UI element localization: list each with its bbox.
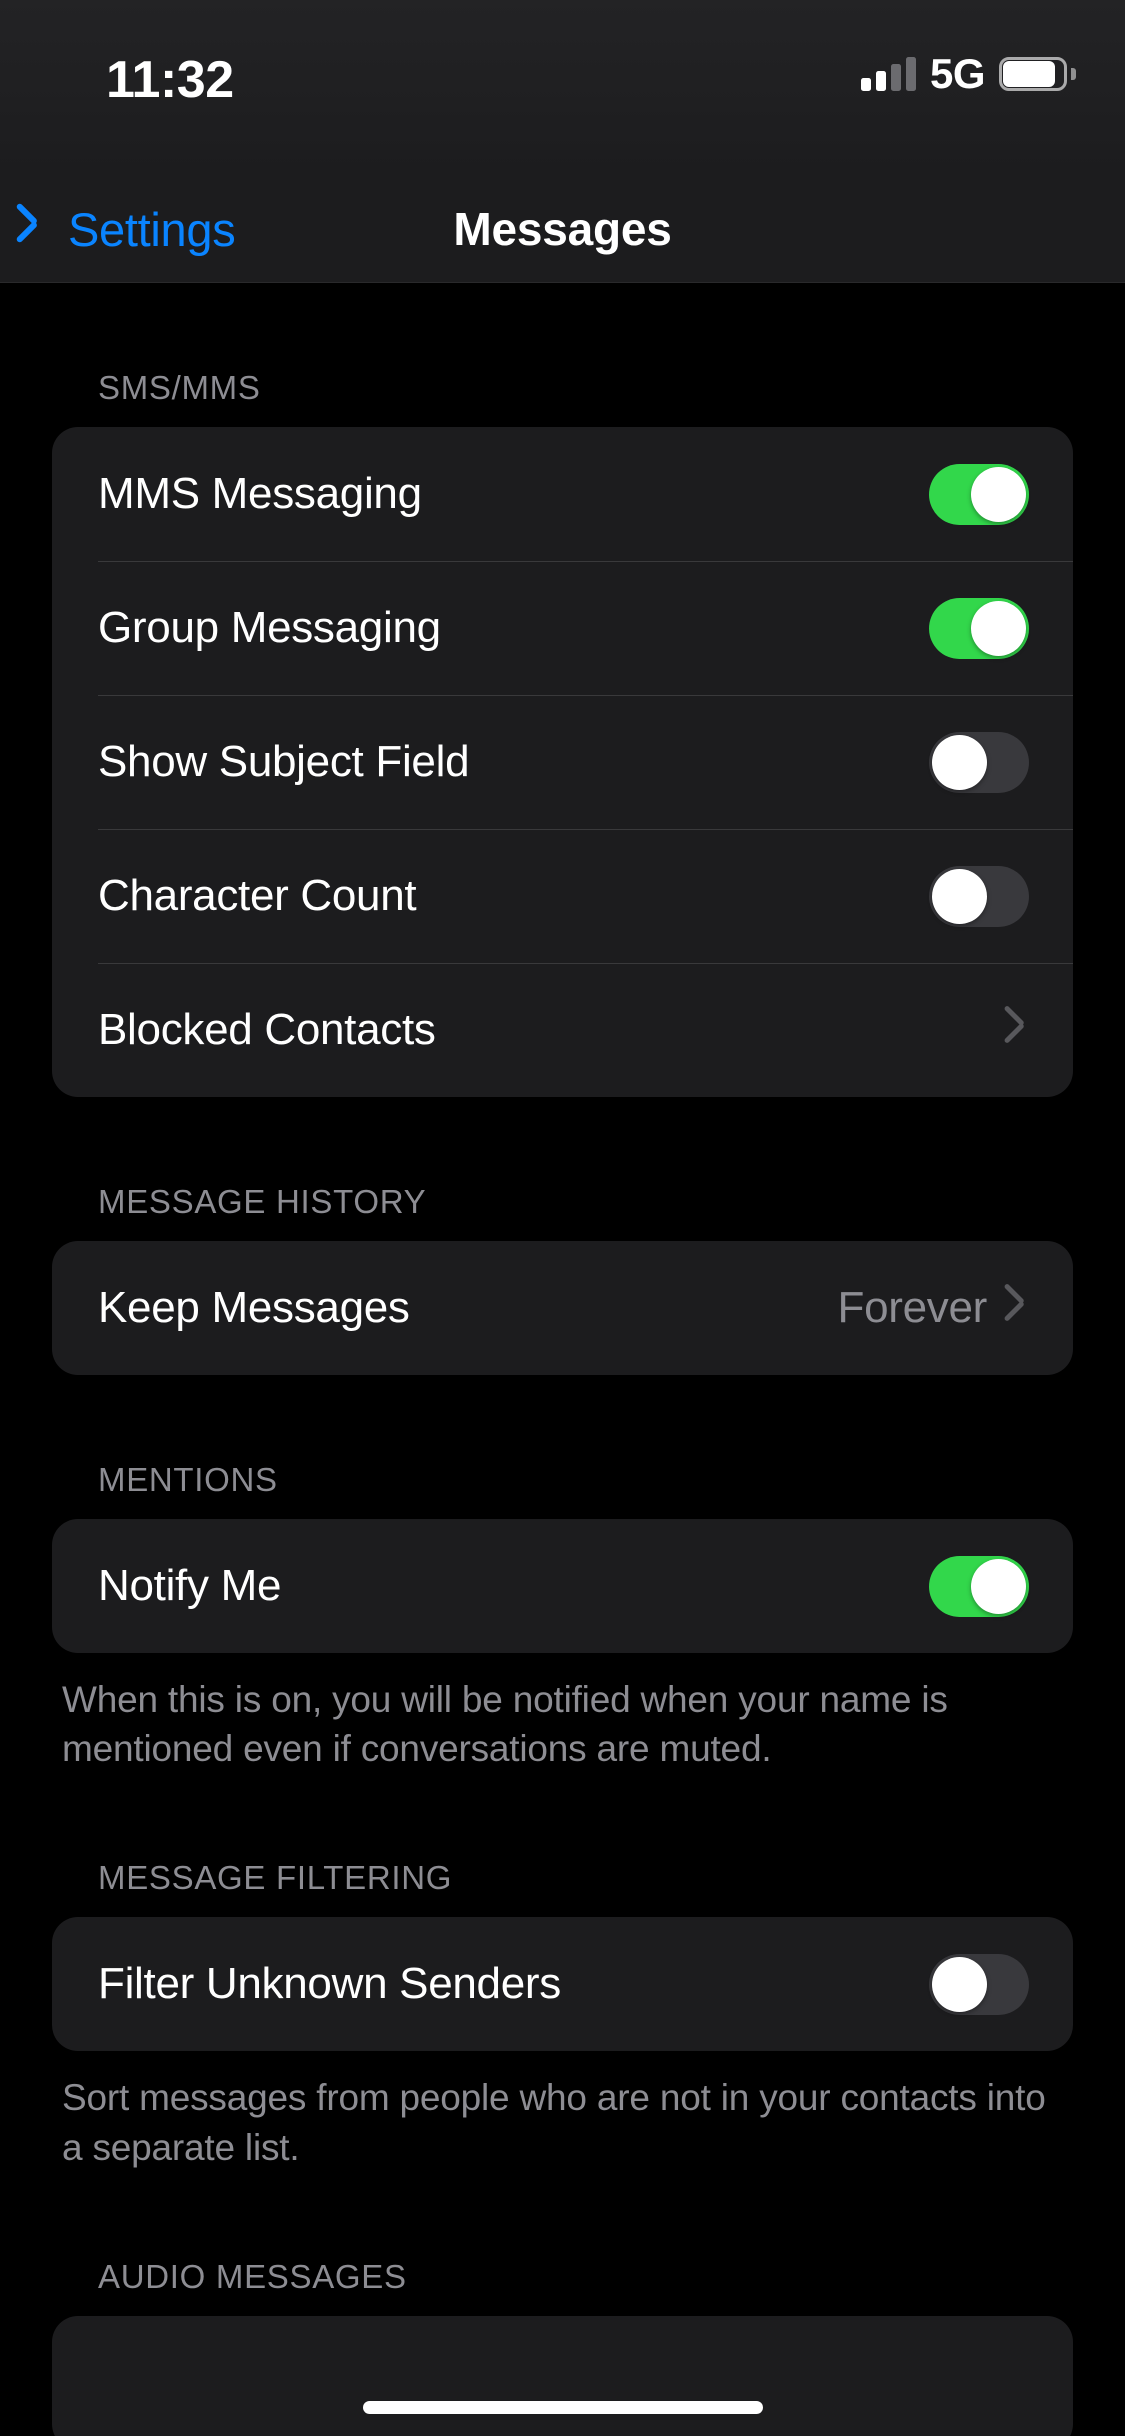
network-type-label: 5G: [929, 50, 986, 97]
section-card-audio-messages: [52, 2315, 1073, 2436]
toggle-filter-unknown-senders[interactable]: [929, 1953, 1029, 2015]
row-audio-messages-partial[interactable]: [52, 2316, 1073, 2436]
row-label: Group Messaging: [98, 603, 441, 652]
row-label: Show Subject Field: [98, 737, 470, 786]
row-show-subject-field[interactable]: Show Subject Field: [52, 695, 1073, 829]
status-indicators: 5G: [860, 46, 1076, 102]
section-card-message-filtering: Filter Unknown Senders: [52, 1917, 1073, 2052]
row-group-messaging[interactable]: Group Messaging: [52, 561, 1073, 695]
chevron-left-icon: [34, 209, 56, 249]
chevron-right-icon: [1009, 1013, 1029, 1047]
phone-screen: 11:32 5G Settings Messages SMS/MMS MMS M…: [0, 0, 1125, 2436]
row-label: Filter Unknown Senders: [98, 1959, 561, 2009]
row-character-count[interactable]: Character Count: [52, 829, 1073, 963]
section-card-message-history: Keep Messages Forever: [52, 1241, 1073, 1375]
section-header-message-history: MESSAGE HISTORY: [98, 1183, 427, 1220]
section-card-sms-mms: MMS Messaging Group Messaging Show Subje…: [52, 427, 1073, 1097]
back-button[interactable]: Settings: [22, 175, 247, 283]
row-label: MMS Messaging: [98, 469, 422, 518]
row-keep-messages[interactable]: Keep Messages Forever: [52, 1241, 1073, 1375]
row-notify-me[interactable]: Notify Me: [52, 1519, 1073, 1653]
toggle-mms-messaging[interactable]: [929, 463, 1029, 525]
row-value-keep-messages: Forever: [837, 1283, 988, 1332]
cellular-signal-icon: [860, 57, 916, 91]
status-bar: 11:32 5G: [0, 0, 1125, 175]
row-mms-messaging[interactable]: MMS Messaging: [52, 427, 1073, 561]
toggle-character-count[interactable]: [929, 865, 1029, 927]
section-footer-mentions: When this is on, you will be notified wh…: [62, 1679, 948, 1770]
home-indicator[interactable]: [362, 2401, 763, 2414]
row-blocked-contacts[interactable]: Blocked Contacts: [52, 963, 1073, 1097]
back-button-label: Settings: [68, 202, 236, 256]
row-label: Keep Messages: [98, 1283, 410, 1332]
section-header-mentions: MENTIONS: [98, 1461, 278, 1498]
battery-icon: [999, 57, 1076, 91]
section-card-mentions: Notify Me: [52, 1519, 1073, 1653]
section-header-message-filtering: MESSAGE FILTERING: [98, 1859, 453, 1897]
section-footer-message-filtering: Sort messages from people who are not in…: [62, 2077, 1046, 2168]
toggle-show-subject-field[interactable]: [929, 731, 1029, 793]
settings-list[interactable]: SMS/MMS MMS Messaging Group Messaging Sh…: [0, 283, 1125, 2436]
toggle-group-messaging[interactable]: [929, 597, 1029, 659]
navigation-bar: Settings Messages: [0, 175, 1125, 283]
toggle-notify-me[interactable]: [929, 1555, 1029, 1617]
row-filter-unknown-senders[interactable]: Filter Unknown Senders: [52, 1917, 1073, 2051]
row-label: Blocked Contacts: [98, 1005, 436, 1054]
row-label: Character Count: [98, 871, 417, 920]
row-label: Notify Me: [98, 1561, 282, 1610]
chevron-right-icon: [1009, 1291, 1029, 1325]
status-time: 11:32: [106, 51, 234, 109]
section-header-sms-mms: SMS/MMS: [98, 369, 261, 406]
section-header-audio-messages: AUDIO MESSAGES: [98, 2257, 407, 2295]
